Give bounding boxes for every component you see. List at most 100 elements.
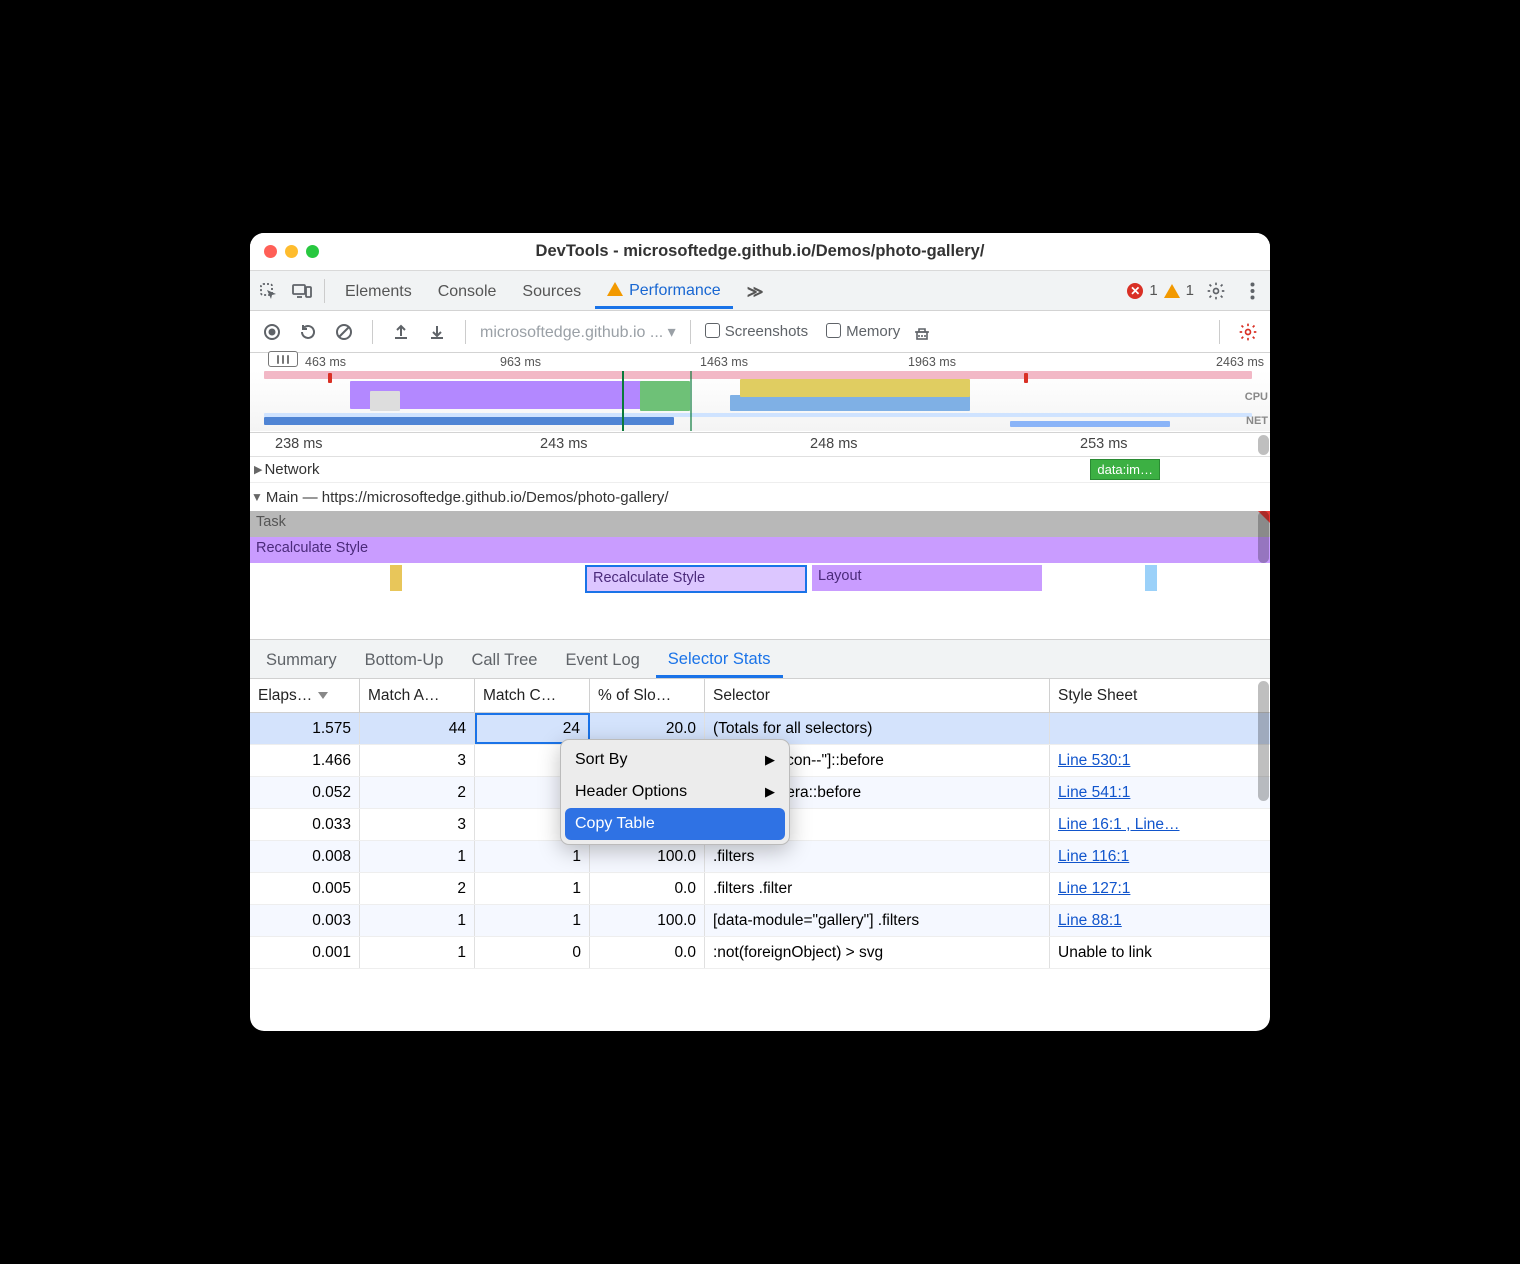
stylesheet-link[interactable]: Line 541:1 bbox=[1058, 784, 1130, 802]
main-track[interactable]: ▼ Main — https://microsoftedge.github.io… bbox=[250, 483, 1270, 511]
sort-desc-icon bbox=[318, 692, 328, 699]
maximize-icon[interactable] bbox=[306, 245, 319, 258]
cell: 0.003 bbox=[250, 905, 360, 936]
cell: 0.033 bbox=[250, 809, 360, 840]
cell: Unable to link bbox=[1050, 937, 1270, 968]
collapse-icon[interactable]: ▼ bbox=[251, 490, 263, 504]
table-row[interactable]: 0.001100.0:not(foreignObject) > svgUnabl… bbox=[250, 937, 1270, 969]
col-match-attempts[interactable]: Match A… bbox=[360, 679, 475, 712]
flame-chart[interactable]: ▶ Network data:im… ▼ Main — https://micr… bbox=[250, 457, 1270, 639]
clear-icon[interactable] bbox=[330, 318, 358, 346]
cpu-label: CPU bbox=[1245, 391, 1268, 403]
network-track[interactable]: ▶ Network data:im… bbox=[250, 457, 1270, 483]
stylesheet-link[interactable]: Line 16:1 , Line… bbox=[1058, 816, 1180, 834]
recording-selector[interactable]: microsoftedge.github.io ... ▾ bbox=[480, 322, 676, 342]
reload-icon[interactable] bbox=[294, 318, 322, 346]
settings-icon[interactable] bbox=[1202, 277, 1230, 305]
tab-selector-stats[interactable]: Selector Stats bbox=[656, 641, 783, 678]
error-icon: ✕ bbox=[1127, 283, 1143, 299]
devtools-window: DevTools - microsoftedge.github.io/Demos… bbox=[250, 233, 1270, 1031]
stylesheet-link[interactable]: Line 88:1 bbox=[1058, 912, 1122, 930]
table-header: Elaps… Match A… Match C… % of Slo… Selec… bbox=[250, 679, 1270, 713]
cell: .filters .filter bbox=[705, 873, 1050, 904]
flame-scrollbar[interactable] bbox=[1258, 511, 1269, 563]
screenshots-checkbox[interactable]: Screenshots bbox=[705, 323, 808, 340]
ctx-sort-by[interactable]: Sort By▶ bbox=[561, 744, 789, 776]
download-icon[interactable] bbox=[423, 318, 451, 346]
window-title: DevTools - microsoftedge.github.io/Demos… bbox=[250, 242, 1270, 261]
cell: .filters bbox=[705, 841, 1050, 872]
table-scrollbar[interactable] bbox=[1258, 681, 1269, 801]
cell: 0.052 bbox=[250, 777, 360, 808]
table-row[interactable]: 0.005210.0.filters .filterLine 127:1 bbox=[250, 873, 1270, 905]
capture-settings-icon[interactable] bbox=[1234, 318, 1262, 346]
device-toolbar-icon[interactable] bbox=[288, 277, 316, 305]
stylesheet-link[interactable]: Line 116:1 bbox=[1058, 848, 1129, 866]
main-tabs: Elements Console Sources Performance ≫ ✕… bbox=[250, 271, 1270, 311]
tab-event-log[interactable]: Event Log bbox=[553, 642, 651, 676]
stylesheet-link[interactable]: Line 530:1 bbox=[1058, 752, 1130, 770]
upload-icon[interactable] bbox=[387, 318, 415, 346]
network-entry[interactable]: data:im… bbox=[1090, 459, 1160, 480]
col-pct-slow[interactable]: % of Slo… bbox=[590, 679, 705, 712]
cell: Line 127:1 bbox=[1050, 873, 1270, 904]
close-icon[interactable] bbox=[264, 245, 277, 258]
detail-ruler[interactable]: 238 ms 243 ms 248 ms 253 ms bbox=[250, 433, 1270, 457]
recalc-style-bar[interactable]: Recalculate Style bbox=[250, 537, 1270, 563]
col-elapsed[interactable]: Elaps… bbox=[250, 679, 360, 712]
cell: 1 bbox=[475, 841, 590, 872]
table-row[interactable]: 0.00811100.0.filtersLine 116:1 bbox=[250, 841, 1270, 873]
warning-count: 1 bbox=[1186, 282, 1194, 299]
tab-console[interactable]: Console bbox=[426, 274, 509, 308]
cell bbox=[1050, 713, 1270, 744]
flame-scrollbar[interactable] bbox=[1258, 435, 1269, 455]
record-icon[interactable] bbox=[258, 318, 286, 346]
overview-area[interactable]: CPU NET bbox=[250, 371, 1270, 431]
tab-more[interactable]: ≫ bbox=[735, 273, 776, 309]
table-row[interactable]: 0.00311100.0[data-module="gallery"] .fil… bbox=[250, 905, 1270, 937]
tab-summary[interactable]: Summary bbox=[254, 642, 349, 676]
minimize-icon[interactable] bbox=[285, 245, 298, 258]
net-label: NET bbox=[1246, 415, 1268, 427]
warning-icon bbox=[1164, 284, 1180, 298]
recalc-style-selected[interactable]: Recalculate Style bbox=[585, 565, 807, 593]
issues-indicator[interactable]: ✕1 1 bbox=[1127, 282, 1194, 299]
kebab-icon[interactable] bbox=[1238, 277, 1266, 305]
col-match-count[interactable]: Match C… bbox=[475, 679, 590, 712]
cell: 1.575 bbox=[250, 713, 360, 744]
tab-sources[interactable]: Sources bbox=[510, 274, 593, 308]
col-selector[interactable]: Selector bbox=[705, 679, 1050, 712]
ctx-header-options[interactable]: Header Options▶ bbox=[561, 776, 789, 808]
task-bar[interactable]: Task bbox=[250, 511, 1270, 537]
expand-icon[interactable]: ▶ bbox=[254, 463, 262, 476]
cell: 100.0 bbox=[590, 905, 705, 936]
tab-call-tree[interactable]: Call Tree bbox=[459, 642, 549, 676]
time-marker[interactable] bbox=[690, 371, 692, 431]
cell: 0.005 bbox=[250, 873, 360, 904]
cell: Line 541:1 bbox=[1050, 777, 1270, 808]
inspect-icon[interactable] bbox=[254, 277, 282, 305]
time-marker[interactable] bbox=[622, 371, 624, 431]
layout-bar[interactable]: Layout bbox=[812, 565, 1042, 591]
tab-bottom-up[interactable]: Bottom-Up bbox=[353, 642, 456, 676]
stylesheet-link[interactable]: Line 127:1 bbox=[1058, 880, 1130, 898]
memory-checkbox[interactable]: Memory bbox=[826, 323, 900, 340]
tab-elements[interactable]: Elements bbox=[333, 274, 424, 308]
cell: 1 bbox=[360, 937, 475, 968]
overview-pane[interactable]: 463 ms 963 ms 1463 ms 1963 ms 2463 ms CP… bbox=[250, 353, 1270, 433]
garbage-collect-icon[interactable] bbox=[908, 318, 936, 346]
perf-toolbar: microsoftedge.github.io ... ▾ Screenshot… bbox=[250, 311, 1270, 353]
cell: 3 bbox=[360, 809, 475, 840]
cell: 1 bbox=[360, 841, 475, 872]
ctx-copy-table[interactable]: Copy Table bbox=[565, 808, 785, 840]
warning-icon bbox=[607, 282, 623, 296]
range-handle[interactable] bbox=[268, 351, 298, 367]
cell: 100.0 bbox=[590, 841, 705, 872]
detail-tabs: Summary Bottom-Up Call Tree Event Log Se… bbox=[250, 639, 1270, 679]
selector-stats-table: Elaps… Match A… Match C… % of Slo… Selec… bbox=[250, 679, 1270, 1031]
context-menu: Sort By▶ Header Options▶ Copy Table bbox=[560, 739, 790, 845]
cell: 0.008 bbox=[250, 841, 360, 872]
main-label: Main — https://microsoftedge.github.io/D… bbox=[266, 489, 669, 506]
tab-performance[interactable]: Performance bbox=[595, 273, 733, 309]
col-stylesheet[interactable]: Style Sheet bbox=[1050, 679, 1270, 712]
